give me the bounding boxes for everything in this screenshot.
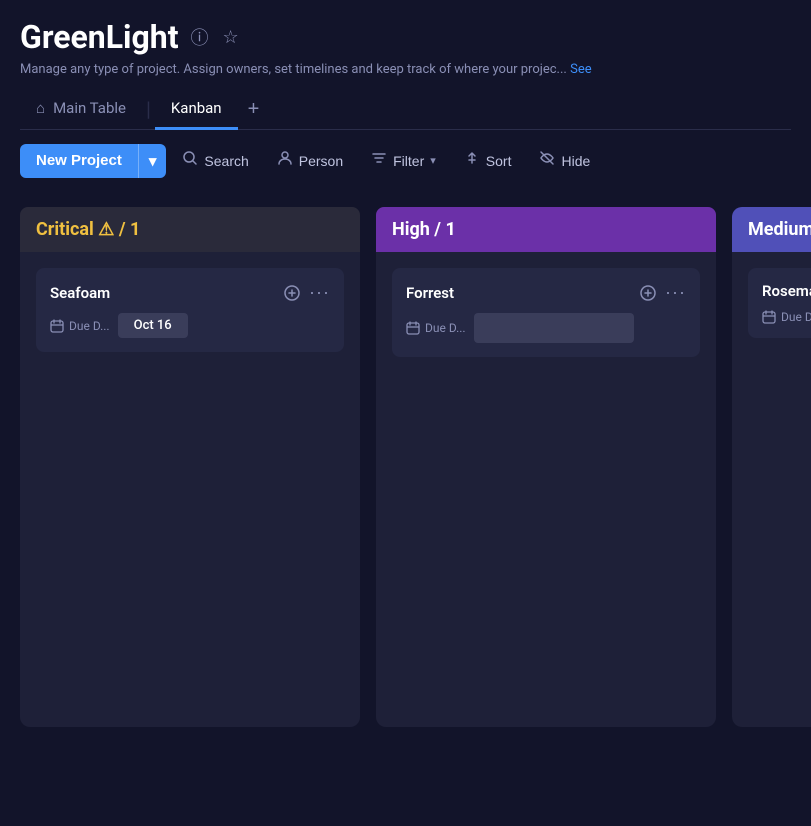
more-dots-icon: ··· xyxy=(309,282,330,303)
chevron-down-icon: ▾ xyxy=(149,152,157,170)
card-seafoam-date-badge[interactable]: Oct 16 xyxy=(118,313,188,338)
search-button[interactable]: Search xyxy=(170,142,260,179)
card-seafoam-comment-button[interactable] xyxy=(283,284,301,302)
card-seafoam-more-button[interactable]: ··· xyxy=(309,282,330,303)
app-title-row: GreenLight ⓘ ☆ xyxy=(20,18,791,56)
card-seafoam-header: Seafoam ··· xyxy=(50,282,330,303)
column-medium-header: Medium / ... xyxy=(732,207,811,252)
column-high: High / 1 Forrest ··· xyxy=(376,207,716,727)
new-project-label: New Project xyxy=(20,144,138,177)
app-title: GreenLight xyxy=(20,18,179,56)
person-button[interactable]: Person xyxy=(265,142,355,179)
filter-button[interactable]: Filter ▾ xyxy=(359,142,448,179)
card-forrest-header: Forrest ··· xyxy=(406,282,686,303)
column-critical-title: Critical ⚠ / 1 xyxy=(36,219,140,240)
kanban-board: Critical ⚠ / 1 Seafoam ··· xyxy=(0,191,811,743)
column-critical: Critical ⚠ / 1 Seafoam ··· xyxy=(20,207,360,727)
card-rosemary: Rosemary Due D... xyxy=(748,268,811,338)
column-critical-header: Critical ⚠ / 1 xyxy=(20,207,360,252)
more-dots-icon: ··· xyxy=(665,282,686,303)
new-project-chevron[interactable]: ▾ xyxy=(138,144,167,178)
card-rosemary-header: Rosemary xyxy=(762,282,811,300)
filter-icon xyxy=(371,150,387,171)
header: GreenLight ⓘ ☆ Manage any type of projec… xyxy=(0,0,811,130)
filter-chevron-icon: ▾ xyxy=(430,154,436,167)
info-button[interactable]: ⓘ xyxy=(189,22,211,52)
column-high-title: High / 1 xyxy=(392,219,456,240)
card-seafoam-due-label: Due D... xyxy=(50,319,110,333)
hide-icon xyxy=(539,150,555,171)
toolbar: New Project ▾ Search Person Filter xyxy=(0,130,811,191)
sort-button[interactable]: Sort xyxy=(452,142,524,179)
new-project-button[interactable]: New Project ▾ xyxy=(20,144,166,178)
search-icon xyxy=(182,150,198,171)
tab-kanban[interactable]: Kanban xyxy=(155,89,238,130)
column-medium-partial: Medium / ... Rosemary Due D... xyxy=(732,207,811,727)
card-forrest-date-badge[interactable] xyxy=(474,313,634,343)
home-icon: ⌂ xyxy=(36,99,45,117)
tab-divider: | xyxy=(142,97,155,121)
card-forrest-more-button[interactable]: ··· xyxy=(665,282,686,303)
app-subtitle: Manage any type of project. Assign owner… xyxy=(20,62,791,77)
card-forrest-due-label: Due D... xyxy=(406,321,466,335)
info-icon: ⓘ xyxy=(191,24,209,50)
column-high-header: High / 1 xyxy=(376,207,716,252)
card-rosemary-title: Rosemary xyxy=(762,282,811,300)
card-rosemary-due-label: Due D... xyxy=(762,310,811,324)
card-forrest-actions: ··· xyxy=(639,282,686,303)
card-forrest-title: Forrest xyxy=(406,284,454,302)
add-tab-button[interactable]: + xyxy=(238,90,270,129)
card-seafoam-title: Seafoam xyxy=(50,284,110,302)
person-icon xyxy=(277,150,293,171)
star-icon: ☆ xyxy=(223,27,239,48)
hide-button[interactable]: Hide xyxy=(527,142,602,179)
see-more-link[interactable]: See xyxy=(570,62,592,77)
card-forrest: Forrest ··· xyxy=(392,268,700,357)
tab-main-table[interactable]: ⌂ Main Table xyxy=(20,89,142,130)
card-seafoam-actions: ··· xyxy=(283,282,330,303)
sort-icon xyxy=(464,150,480,171)
column-medium-title: Medium / ... xyxy=(748,219,811,240)
card-seafoam-date-row: Due D... Oct 16 xyxy=(50,313,330,338)
card-rosemary-date-row: Due D... xyxy=(762,310,811,324)
star-button[interactable]: ☆ xyxy=(221,25,241,50)
card-forrest-comment-button[interactable] xyxy=(639,284,657,302)
card-seafoam: Seafoam ··· xyxy=(36,268,344,352)
card-forrest-date-row: Due D... xyxy=(406,313,686,343)
column-medium-inner: Medium / ... Rosemary Due D... xyxy=(732,207,811,727)
tabs-bar: ⌂ Main Table | Kanban + xyxy=(20,89,791,130)
